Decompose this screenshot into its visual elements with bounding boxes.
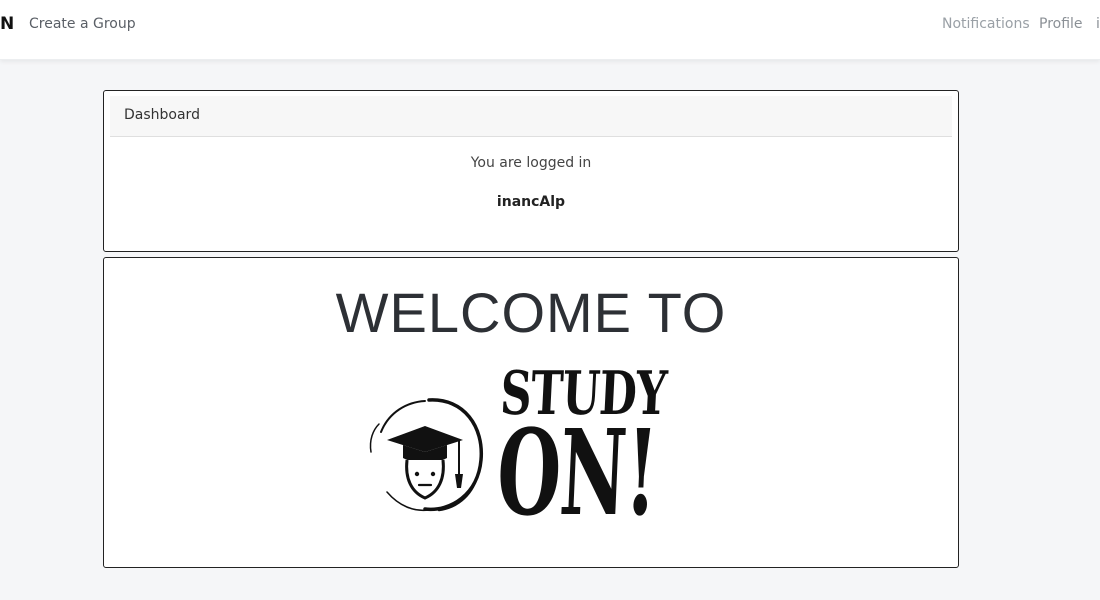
create-group-link[interactable]: Create a Group: [29, 16, 136, 32]
brand-logo[interactable]: N: [0, 14, 14, 34]
dashboard-card-header: Dashboard: [110, 96, 952, 137]
logo-word-on: ON!: [494, 403, 660, 542]
welcome-title: WELCOME TO: [335, 281, 727, 344]
graduate-face-icon: [369, 398, 484, 512]
login-status-text: You are logged in: [470, 155, 592, 171]
study-on-logo: STUDY ON!: [359, 359, 679, 552]
top-navbar: N Create a Group Notifications Profile i: [0, 0, 1100, 60]
username-label: inancAlp: [496, 194, 566, 210]
user-menu-link[interactable]: i: [1096, 16, 1100, 32]
notifications-link[interactable]: Notifications: [942, 16, 1030, 32]
profile-link[interactable]: Profile: [1039, 16, 1083, 32]
dashboard-card: Dashboard You are logged in inancAlp: [103, 90, 959, 252]
welcome-card: WELCOME TO STUDY ON!: [103, 257, 959, 568]
